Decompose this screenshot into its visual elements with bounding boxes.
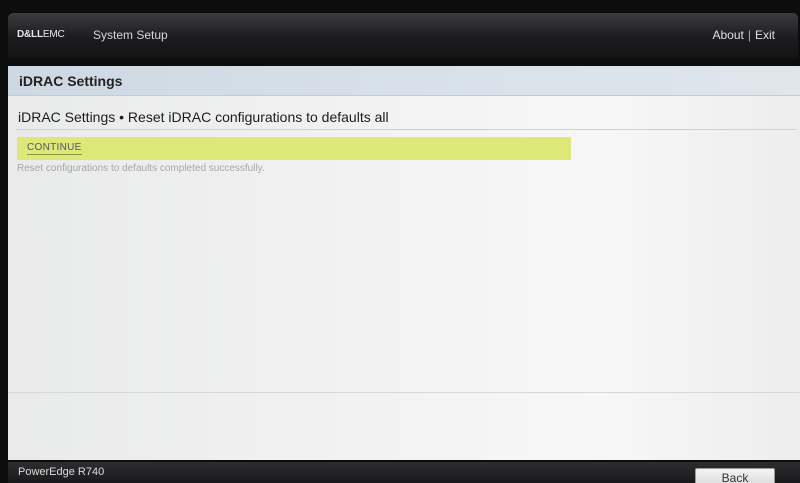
top-links: About | Exit [713, 28, 776, 42]
screen: D&LLEMC System Setup About | Exit iDRAC Se… [0, 0, 800, 483]
exit-link[interactable]: Exit [755, 28, 775, 42]
panel-title: iDRAC Settings [19, 73, 123, 89]
main-panel: iDRAC Settings iDRAC Settings • Reset iD… [8, 66, 800, 460]
panel-bottom-divider [8, 392, 800, 393]
dell-emc-logo: D&LLEMC [17, 29, 65, 40]
divider [16, 129, 796, 130]
panel-header: iDRAC Settings [8, 66, 800, 96]
continue-link[interactable]: CONTINUE [27, 142, 82, 155]
top-bar: D&LLEMC System Setup About | Exit [8, 13, 798, 58]
system-model: PowerEdge R740 [18, 466, 105, 478]
link-separator: | [747, 28, 751, 42]
about-link[interactable]: About [713, 28, 744, 42]
logo-emc: EMC [42, 29, 65, 40]
logo-dell: D&LL [17, 29, 43, 40]
page-subtitle: iDRAC Settings • Reset iDRAC configurati… [18, 109, 389, 125]
footer-bar: PowerEdge R740 Back [8, 462, 800, 483]
status-message: Reset configurations to defaults complet… [17, 163, 265, 174]
back-button[interactable]: Back [695, 468, 775, 483]
app-title: System Setup [93, 28, 168, 42]
continue-row[interactable]: CONTINUE [17, 137, 571, 160]
